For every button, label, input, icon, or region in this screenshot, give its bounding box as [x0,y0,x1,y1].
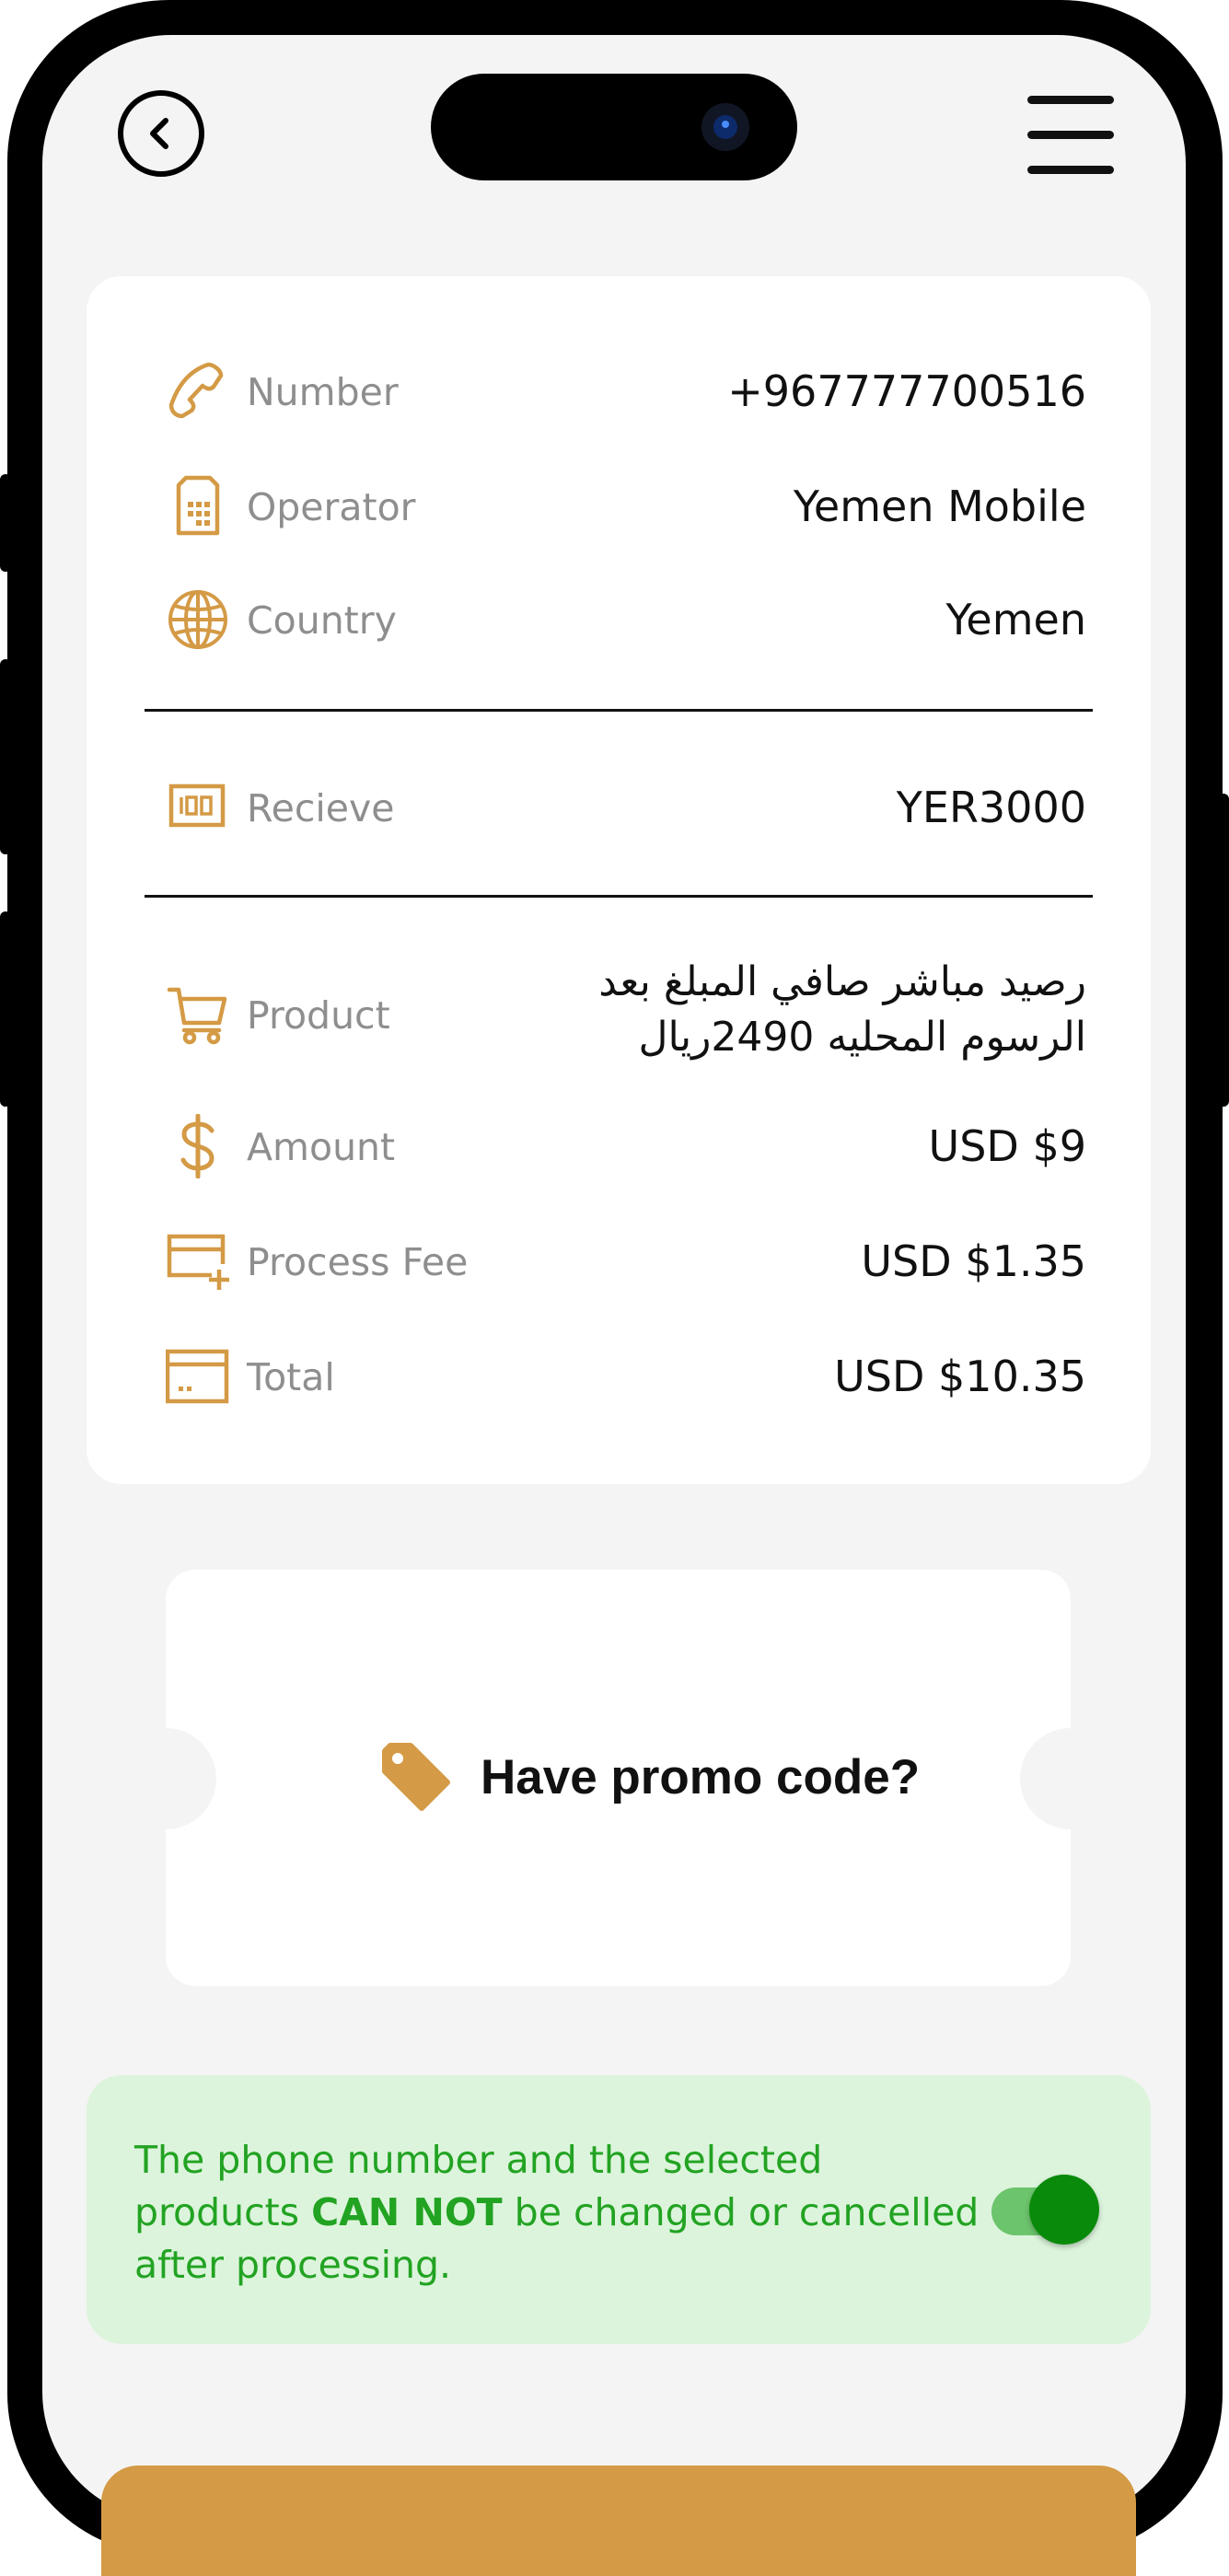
card-icon [166,1349,229,1404]
back-button[interactable] [118,90,204,177]
ticket-notch-right [1020,1728,1121,1829]
menu-icon-bar-top [1027,96,1114,104]
sim-card-icon [176,475,220,536]
product-value: رصيد مباشر صافي المبلغ بعد الرسوم المحلي… [598,958,1086,1061]
operator-label: Operator [247,485,416,529]
country-value: Yemen [945,595,1086,644]
amount-label: Amount [247,1125,396,1169]
number-row: Number +967777700516 [166,359,1086,424]
process-fee-value: USD $1.35 [861,1236,1086,1286]
process-fee-label: Process Fee [247,1240,469,1284]
number-label: Number [247,370,399,414]
operator-value: Yemen Mobile [793,482,1086,531]
receive-value: YER3000 [896,783,1086,832]
summary-card [87,276,1151,1484]
action-button [0,474,11,572]
confirm-toggle-knob[interactable] [1029,2175,1099,2245]
country-label: Country [247,598,397,643]
menu-icon-bar-bottom [1027,166,1114,174]
total-label: Total [247,1355,335,1399]
divider [145,895,1093,898]
menu-icon-bar-middle [1027,131,1114,139]
tag-icon [382,1743,450,1811]
receive-label: Recieve [247,786,395,830]
number-value: +967777700516 [727,366,1086,416]
amount-row: Amount USD $9 [166,1114,1086,1178]
process-fee-row: Process Fee USD $1.35 [166,1229,1086,1294]
product-label: Product [247,993,390,1038]
divider [145,709,1093,712]
receive-card-icon [168,783,226,828]
phone-icon [168,362,224,419]
dollar-icon [180,1114,214,1178]
notice-text: The phone number and the selected produc… [134,2134,981,2292]
volume-up-button [0,659,11,854]
total-value: USD $10.35 [834,1352,1086,1401]
menu-button[interactable] [1027,94,1114,177]
chevron-left-icon [150,118,168,149]
product-row: Product رصيد مباشر صافي المبلغ بعد الرسو… [166,958,1086,1061]
notice-text-emphasis: CAN NOT [311,2190,503,2234]
globe-icon [168,590,227,649]
ticket-notch-left [115,1728,216,1829]
card-plus-icon [167,1234,229,1290]
receive-row: Recieve YER3000 [166,775,1086,840]
camera-reflection [722,121,729,128]
country-row: Country Yemen [166,587,1086,652]
continue-button[interactable] [101,2466,1136,2576]
amount-value: USD $9 [928,1121,1086,1171]
volume-down-button [0,911,11,1107]
promo-code-label[interactable]: Have promo code? [481,1749,920,1805]
cart-icon [167,987,227,1045]
operator-row: Operator Yemen Mobile [166,474,1086,539]
total-row: Total USD $10.35 [166,1344,1086,1409]
power-button [1218,794,1229,1107]
